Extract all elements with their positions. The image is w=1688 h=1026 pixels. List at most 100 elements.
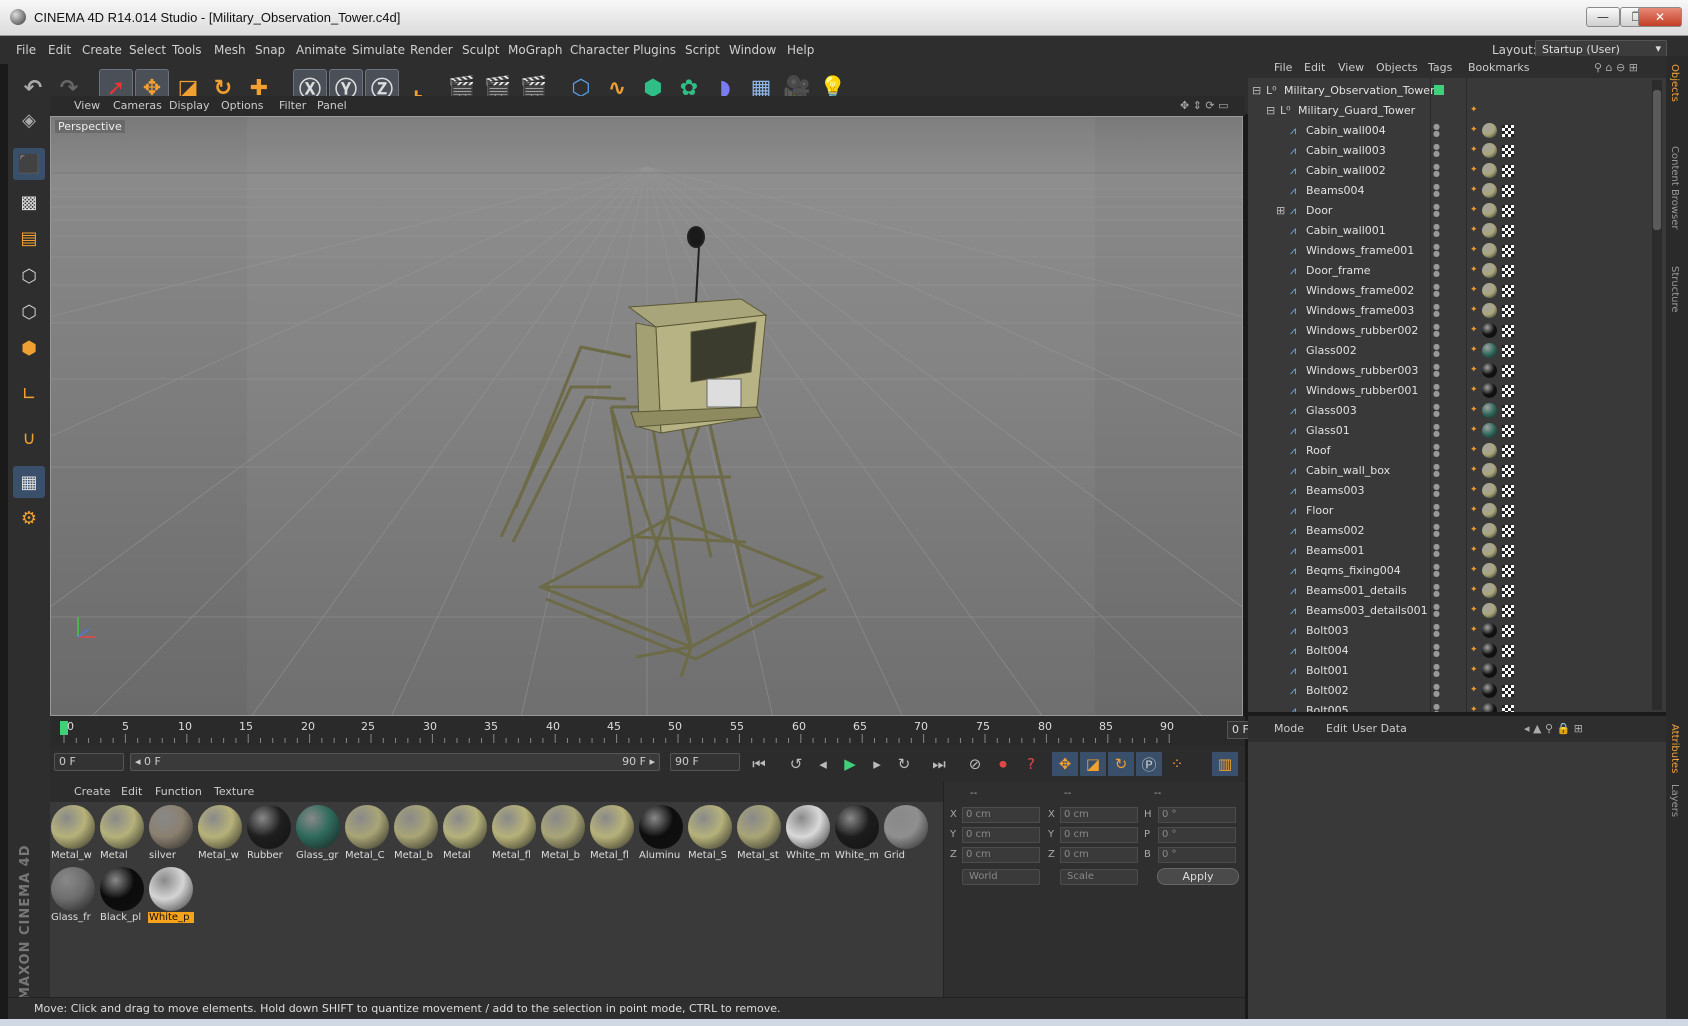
objects-menu-edit[interactable]: Edit [1304, 61, 1325, 74]
expand-icon[interactable]: ⊞ [1276, 204, 1285, 217]
texture-tag-icon[interactable] [1502, 625, 1514, 637]
object-row[interactable]: ⩘ Bolt005 ●● ✦ [1248, 701, 1652, 712]
object-row[interactable]: ⩘ Bolt004 ● ● ✦ [1248, 641, 1652, 661]
magnet-snap-icon[interactable]: ∪ [13, 422, 45, 454]
viewport-nav-icons[interactable]: ✥ ⇕ ⟳ ▭ [1180, 99, 1229, 112]
material-swatch[interactable]: Metal [442, 804, 488, 862]
object-row[interactable]: ⊞ ⩘ Door ● ● ✦ [1248, 201, 1652, 221]
visibility-dots-icon[interactable]: ●● [1433, 543, 1440, 558]
object-row[interactable]: ⩘ Windows_rubber001 ● ● ✦ [1248, 381, 1652, 401]
texture-tag-icon[interactable] [1502, 605, 1514, 617]
texture-tag-icon[interactable] [1502, 565, 1514, 577]
object-row[interactable]: ⩘ Beams004 ● ● ✦ [1248, 181, 1652, 201]
visibility-dots-icon[interactable]: ●● [1433, 423, 1440, 438]
material-swatch[interactable]: Metal [99, 804, 145, 862]
texture-tag-icon[interactable] [1502, 705, 1514, 712]
object-row[interactable]: ⩘ Glass003 ● ● ✦ [1248, 401, 1652, 421]
tab-structure[interactable]: Structure [1669, 266, 1680, 313]
object-row[interactable]: ⩘ Bolt001 ● ● ✦ [1248, 661, 1652, 681]
object-row[interactable]: ⩘ Door_frame ● ● ✦ [1248, 261, 1652, 281]
object-row[interactable]: ⩘ Beams001_details ● ● ✦ [1248, 581, 1652, 601]
texture-tag-icon[interactable] [1502, 385, 1514, 397]
objects-search-icons[interactable]: ⚲ ⌂ ⊖ ⊞ [1594, 61, 1638, 74]
coordinate-space-dropdown[interactable]: World [962, 869, 1040, 885]
visibility-dots-icon[interactable]: ●● [1433, 443, 1440, 458]
play-icon[interactable]: ▶ [837, 752, 863, 776]
texture-tag-icon[interactable] [1502, 405, 1514, 417]
object-row[interactable]: ⩘ Windows_frame003 ● ● ✦ [1248, 301, 1652, 321]
material-swatch[interactable]: White_m [785, 804, 831, 862]
material-tag-icon[interactable] [1482, 263, 1497, 278]
objects-menu-view[interactable]: View [1338, 61, 1364, 74]
material-tag-icon[interactable] [1482, 623, 1497, 638]
menu-simulate[interactable]: Simulate [352, 43, 405, 57]
visibility-dots-icon[interactable]: ●● [1433, 383, 1440, 398]
material-tag-icon[interactable] [1482, 403, 1497, 418]
start-frame-field[interactable]: 0 F [54, 753, 124, 771]
object-row[interactable]: ⩘ Cabin_wall004 ● ● ✦ [1248, 121, 1652, 141]
material-tag-icon[interactable] [1482, 303, 1497, 318]
object-row[interactable]: ⩘ Glass002 ● ● ✦ [1248, 341, 1652, 361]
objects-menu-tags[interactable]: Tags [1428, 61, 1452, 74]
viewport-camera-label[interactable]: Perspective [55, 120, 125, 133]
tab-objects[interactable]: Objects [1669, 64, 1680, 102]
material-tag-icon[interactable] [1482, 563, 1497, 578]
visibility-dots-icon[interactable]: ●● [1433, 143, 1440, 158]
visibility-dots-icon[interactable]: ●● [1433, 363, 1440, 378]
viewport-menu-options[interactable]: Options [221, 99, 263, 112]
next-frame-icon[interactable]: ▸ [864, 752, 890, 776]
previous-key-icon[interactable]: ↺ [783, 752, 809, 776]
visibility-dots-icon[interactable]: ●● [1433, 283, 1440, 298]
object-row[interactable]: ⩘ Cabin_wall001 ● ● ✦ [1248, 221, 1652, 241]
key-position-icon[interactable]: ✥ [1052, 752, 1078, 776]
minimize-button[interactable]: — [1586, 7, 1620, 27]
material-tag-icon[interactable] [1482, 243, 1497, 258]
object-row[interactable]: ⩘ Beams003_details001 ● ● ✦ [1248, 601, 1652, 621]
menu-tools[interactable]: Tools [172, 43, 202, 57]
visibility-dots-icon[interactable]: ●● [1433, 323, 1440, 338]
pos-z-field[interactable]: 0 cm [962, 847, 1040, 863]
material-tag-icon[interactable] [1482, 183, 1497, 198]
object-tree-scrollbar[interactable] [1652, 80, 1662, 710]
texture-tag-icon[interactable] [1502, 465, 1514, 477]
material-tag-icon[interactable] [1482, 363, 1497, 378]
tab-attributes[interactable]: Attributes [1669, 724, 1680, 773]
key-scale-icon[interactable]: ◪ [1080, 752, 1106, 776]
material-tag-icon[interactable] [1482, 523, 1497, 538]
collapse-icon[interactable]: ⊟ [1266, 104, 1275, 117]
model-mode-icon[interactable]: ⬛ [13, 148, 45, 180]
material-swatch[interactable]: Aluminu [638, 804, 684, 862]
apply-button[interactable]: Apply [1157, 868, 1239, 885]
object-row[interactable]: ⩘ Windows_frame001 ● ● ✦ [1248, 241, 1652, 261]
tab-content-browser[interactable]: Content Browser [1669, 146, 1680, 229]
material-swatch[interactable]: Metal_fl [589, 804, 635, 862]
visibility-dots-icon[interactable]: ●● [1433, 403, 1440, 418]
visibility-dots-icon[interactable]: ●● [1433, 463, 1440, 478]
texture-tag-icon[interactable] [1502, 685, 1514, 697]
menu-animate[interactable]: Animate [296, 43, 346, 57]
visibility-dots-icon[interactable]: ●● [1433, 503, 1440, 518]
object-row-group[interactable]: ⊟ L⁰ Military_Guard_Tower ✦ [1248, 101, 1652, 121]
texture-tag-icon[interactable] [1502, 265, 1514, 277]
object-row[interactable]: ⩘ Beams001 ● ● ✦ [1248, 541, 1652, 561]
material-swatch[interactable]: Metal_C [344, 804, 390, 862]
menu-create[interactable]: Create [82, 43, 122, 57]
menu-mesh[interactable]: Mesh [214, 43, 246, 57]
perspective-viewport[interactable]: Perspective [50, 116, 1243, 716]
menu-edit[interactable]: Edit [48, 43, 71, 57]
close-button[interactable]: ✕ [1638, 7, 1682, 27]
visibility-dots-icon[interactable]: ●● [1433, 263, 1440, 278]
tab-layers[interactable]: Layers [1669, 784, 1680, 817]
texture-tag-icon[interactable] [1502, 545, 1514, 557]
object-row[interactable]: ⩘ Windows_frame002 ● ● ✦ [1248, 281, 1652, 301]
menu-character[interactable]: Character [570, 43, 629, 57]
texture-tag-icon[interactable] [1502, 245, 1514, 257]
material-tag-icon[interactable] [1482, 603, 1497, 618]
rot-p-field[interactable]: 0 ° [1158, 827, 1236, 843]
material-tag-icon[interactable] [1482, 483, 1497, 498]
visibility-dots-icon[interactable]: ●● [1433, 243, 1440, 258]
record-active-icon[interactable]: ⏺ [990, 752, 1016, 776]
texture-tag-icon[interactable] [1502, 165, 1514, 177]
previous-frame-icon[interactable]: ◂ [810, 752, 836, 776]
material-swatch[interactable]: Metal_S [687, 804, 733, 862]
